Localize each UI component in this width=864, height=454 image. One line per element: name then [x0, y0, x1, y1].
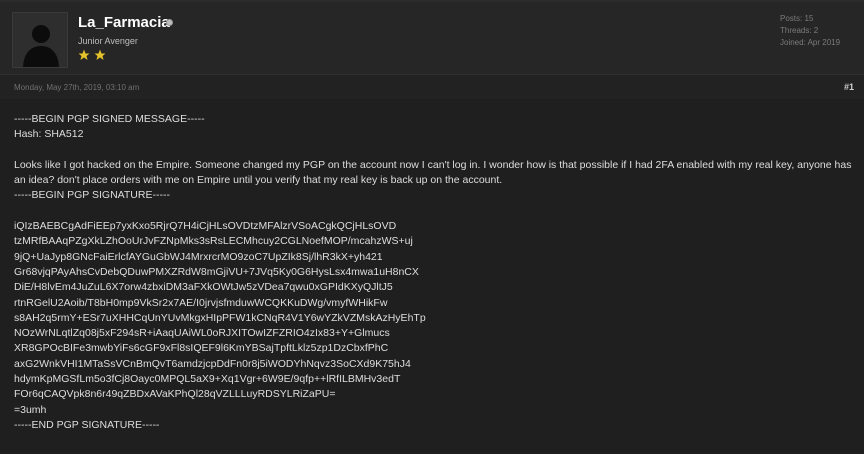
signature-line: s8AH2q5rmY+ESr7uXHHCqUnYUvMkgxHIpPFW1kCN…: [14, 311, 426, 324]
signature-line: hdymKpMGSfLm5o3fCj8Oayc0MPQL5aX9+Xq1Vgr+…: [14, 373, 401, 386]
pgp-hash: Hash: SHA512: [14, 128, 84, 141]
posts-count: Posts: 15: [780, 14, 814, 23]
pgp-end-signature: -----END PGP SIGNATURE-----: [14, 418, 160, 431]
signature-line: DiE/H8lvEm4JuZuL6X7orw4zbxiDM3aFXkOWtJw5…: [14, 281, 393, 294]
avatar[interactable]: [12, 12, 68, 68]
pgp-begin-signature: -----BEGIN PGP SIGNATURE-----: [14, 189, 170, 202]
signature-line: rtnRGelU2Aoib/T8bH0mp9VkSr2x7AE/I0jrvjsf…: [14, 296, 388, 309]
signature-line: NOzWrNLqtlZq08j5xF294sR+iAaqUAiWL0oRJXIT…: [14, 327, 390, 340]
post-meta-bar: Monday, May 27th, 2019, 03:10 am #1: [0, 75, 864, 99]
signature-line: FOr6qCAQVpk8n6r49qZBDxAVaKPhQl28qVZLLLuy…: [14, 388, 336, 401]
signature-line: XR8GPOcBIFe3mwbYiFs6cGF9xFl8sIQEF9l6KmYB…: [14, 342, 389, 355]
signature-line: axG2WnkVHI1MTaSsVCnBmQvT6amdzjcpDdFn0r8j…: [14, 357, 411, 370]
username-link[interactable]: La_Farmacia: [78, 14, 170, 31]
post-author-header: La_Farmacia Junior Avenger Posts: 15 Thr…: [0, 2, 864, 75]
post-number-link[interactable]: #1: [844, 82, 854, 92]
user-rank: Junior Avenger: [78, 36, 138, 46]
user-stats: Posts: 15 Threads: 2 Joined: Apr 2019: [780, 13, 850, 49]
signature-line: tzMRfBAAqPZgXkLZhOoUrJvFZNpMks3sRsLECMhc…: [14, 235, 413, 248]
pgp-begin-message: -----BEGIN PGP SIGNED MESSAGE-----: [14, 113, 205, 125]
threads-count: Threads: 2: [780, 26, 819, 35]
star-icon: [94, 49, 106, 60]
signature-line: 9jQ+UaJyp8GNcFaiErlcfAYGuGbWJ4MrxrcrMO9z…: [14, 250, 383, 263]
join-date: Joined: Apr 2019: [780, 38, 841, 47]
online-status-icon: [166, 19, 173, 26]
post-date: Monday, May 27th, 2019, 03:10 am: [14, 83, 140, 92]
rank-stars: [78, 48, 106, 62]
star-icon: [78, 49, 90, 60]
post-message-text: Looks like I got hacked on the Empire. S…: [14, 158, 852, 187]
signature-line: iQIzBAEBCgAdFiEEp7yxKxo5RjrQ7H4iCjHLsOVD…: [14, 220, 397, 233]
post-body: -----BEGIN PGP SIGNED MESSAGE----- Hash:…: [14, 112, 854, 433]
signature-line: Gr68vjqPAyAhsCvDebQDuwPMXZRdW8mGjiVU+7JV…: [14, 265, 419, 278]
signature-checksum: =3umh: [14, 403, 47, 416]
default-avatar-icon: [13, 13, 67, 67]
